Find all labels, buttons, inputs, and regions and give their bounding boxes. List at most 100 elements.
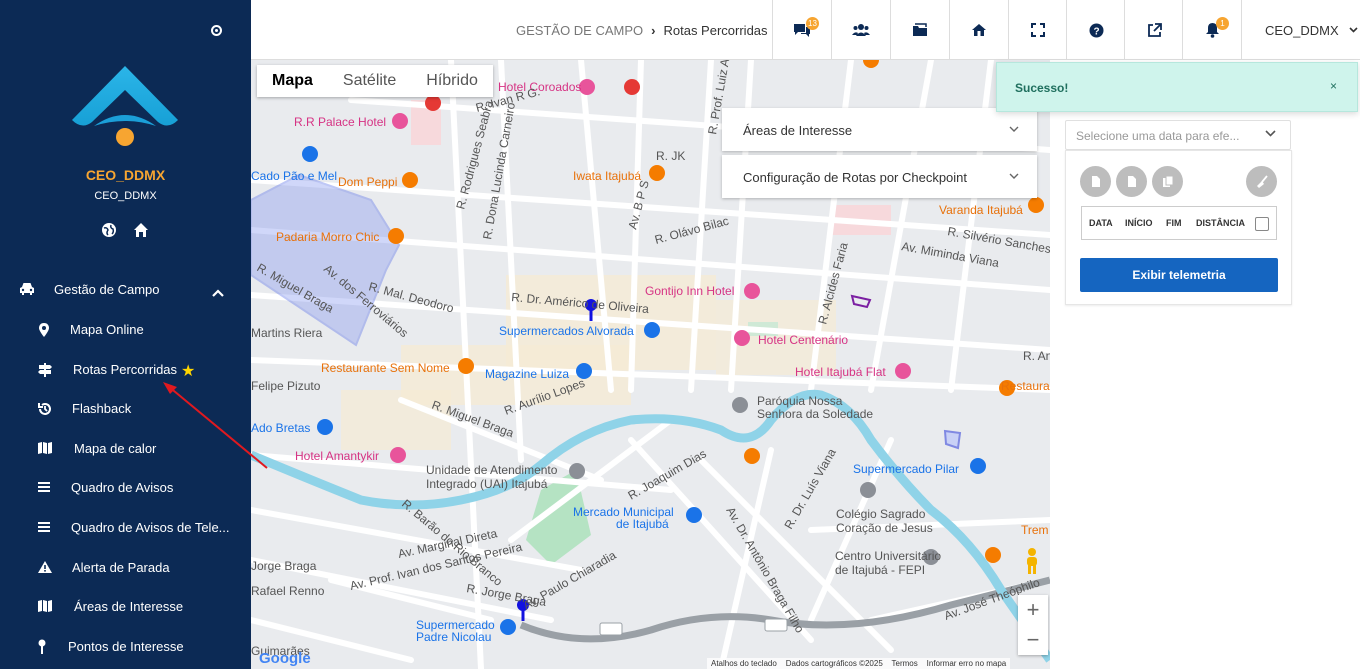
telemetry-card: DATA INÍCIO FIM DISTÂNCIA Exibir telemet… xyxy=(1065,150,1292,305)
map-attribution: Atalhos do teclado Dados cartográficos ©… xyxy=(707,658,1011,669)
col-data: DATA xyxy=(1089,218,1113,228)
fullscreen-button[interactable] xyxy=(1008,0,1067,60)
export-pdf-button[interactable] xyxy=(1080,166,1111,197)
menu-item-label: Quadro de Avisos de Tele... xyxy=(71,520,230,535)
map-label: Supermercado Pilar xyxy=(853,462,959,476)
chevron-down-icon xyxy=(1009,126,1019,132)
map-label: de Itajubá xyxy=(616,517,669,531)
map-label: Magazine Luiza xyxy=(485,367,569,381)
notifications-button[interactable]: 1 xyxy=(1182,0,1241,60)
map-label: Coração de Jesus xyxy=(836,521,933,535)
map-label: Cado Pão e Mel xyxy=(251,169,337,183)
file-icon xyxy=(1127,176,1136,187)
sidebar: CEO_DDMX CEO_DDMX Gestão de Campo Mapa O… xyxy=(0,0,251,669)
google-logo: Google xyxy=(259,650,311,667)
company-logo xyxy=(72,66,178,146)
map-marker-icon xyxy=(37,322,53,338)
map-data-text: Dados cartográficos ©2025 xyxy=(785,659,883,668)
map-label: Jorge Braga xyxy=(251,559,317,573)
col-inicio: INÍCIO xyxy=(1125,218,1153,228)
external-link-button[interactable] xyxy=(1124,0,1183,60)
home-button[interactable] xyxy=(949,0,1008,60)
warning-icon xyxy=(37,560,53,576)
menu-item-pontos-de-interesse[interactable]: Pontos de Interesse xyxy=(0,635,251,659)
pin-icon xyxy=(37,639,53,655)
users-button[interactable] xyxy=(831,0,890,60)
panel-title: Áreas de Interesse xyxy=(743,123,853,138)
map-type-control: Mapa Satélite Híbrido xyxy=(257,65,493,97)
terms-link[interactable]: Termos xyxy=(892,659,918,668)
map-type-tab-hibrido[interactable]: Híbrido xyxy=(411,65,493,97)
menu-item-label: Quadro de Avisos xyxy=(71,480,174,495)
toast-close-button[interactable]: × xyxy=(1330,79,1337,93)
export-excel-button[interactable] xyxy=(1116,166,1147,197)
messages-button[interactable]: 13 xyxy=(772,0,831,60)
map-label: Supermercados Alvorada xyxy=(499,324,634,338)
map-label: Hotel Centenário xyxy=(758,333,848,347)
map-label: Trem xyxy=(1021,523,1049,537)
map-label: Hotel Itajubá Flat xyxy=(795,365,886,379)
copy-icon xyxy=(1162,175,1173,187)
areas-de-interesse-panel[interactable]: Áreas de Interesse xyxy=(722,108,1037,151)
notifications-badge: 1 xyxy=(1216,17,1229,30)
map-label: R.R Palace Hotel xyxy=(294,115,386,129)
help-button[interactable]: ? xyxy=(1066,0,1125,60)
user-menu-label: CEO_DDMX xyxy=(1265,22,1339,38)
select-all-checkbox[interactable] xyxy=(1255,217,1269,231)
report-error-link[interactable]: Informar erro no mapa xyxy=(927,659,1007,668)
breadcrumb-parent[interactable]: GESTÃO DE CAMPO xyxy=(516,23,643,38)
copy-button[interactable] xyxy=(1152,166,1183,197)
date-select[interactable]: Selecione uma data para efe... xyxy=(1065,120,1291,150)
zoom-in-button[interactable]: + xyxy=(1018,595,1048,625)
messages-badge: 13 xyxy=(806,17,819,30)
history-icon xyxy=(37,401,53,417)
sidebar-toggle-icon[interactable] xyxy=(211,25,222,36)
street-view-pegman-icon[interactable] xyxy=(1022,547,1042,575)
menu-item-label: Mapa Online xyxy=(70,322,144,337)
zoom-out-button[interactable]: − xyxy=(1018,625,1048,655)
menu-item-alerta-de-parada[interactable]: Alerta de Parada xyxy=(0,556,251,580)
globe-icon[interactable] xyxy=(101,222,117,238)
map-label: Iwata Itajubá xyxy=(573,169,641,183)
home-icon[interactable] xyxy=(133,222,149,238)
map-label: Varanda Itajubá xyxy=(939,203,1023,217)
clear-button[interactable] xyxy=(1246,166,1277,197)
col-fim: FIM xyxy=(1166,218,1182,228)
user-menu[interactable]: CEO_DDMX xyxy=(1241,0,1360,60)
success-toast: Sucesso! × xyxy=(996,62,1358,112)
menu-item-rotas-percorridas[interactable]: Rotas Percorridas ★ xyxy=(0,358,251,382)
map-canvas[interactable]: Hotel CoroadosR.R Palace HotelR. Ivan R … xyxy=(251,60,1050,669)
car-icon xyxy=(19,282,35,301)
chevron-down-icon xyxy=(1265,130,1276,137)
map-icon xyxy=(37,441,53,457)
menu-item-label: Pontos de Interesse xyxy=(68,639,184,654)
menu-group-gestao-de-campo[interactable]: Gestão de Campo xyxy=(0,278,251,302)
map-label: Dom Peppi xyxy=(338,175,397,189)
signpost-icon xyxy=(37,362,53,378)
map-label: Gontijo Inn Hotel xyxy=(645,284,734,298)
map-label: R. JK xyxy=(656,149,685,163)
google-logo-text: Google xyxy=(259,650,311,667)
star-icon: ★ xyxy=(181,363,196,380)
breadcrumb-current: Rotas Percorridas xyxy=(663,23,768,38)
keyboard-shortcuts-link[interactable]: Atalhos do teclado xyxy=(711,659,777,668)
menu-item-quadro-de-avisos-de-telemetria[interactable]: Quadro de Avisos de Tele... xyxy=(0,516,251,540)
menu-item-mapa-online[interactable]: Mapa Online xyxy=(0,318,251,342)
map-label: Hotel Amantykir xyxy=(295,449,379,463)
menu-item-areas-de-interesse[interactable]: Áreas de Interesse xyxy=(0,595,251,619)
configuracao-rotas-panel[interactable]: Configuração de Rotas por Checkpoint xyxy=(722,155,1037,198)
chevron-up-icon xyxy=(212,284,224,302)
map-type-tab-mapa[interactable]: Mapa xyxy=(257,65,328,97)
map-type-tab-satelite[interactable]: Satélite xyxy=(328,65,411,97)
svg-text:?: ? xyxy=(1093,26,1099,37)
exibir-telemetria-button[interactable]: Exibir telemetria xyxy=(1080,258,1278,292)
date-select-placeholder: Selecione uma data para efe... xyxy=(1076,129,1240,143)
map-label: Padaria Morro Chic xyxy=(276,230,379,244)
broom-icon xyxy=(1256,174,1268,188)
chevron-down-icon xyxy=(1009,173,1019,179)
menu-item-quadro-de-avisos[interactable]: Quadro de Avisos xyxy=(0,476,251,500)
layers-button[interactable] xyxy=(890,0,949,60)
map-label: Restaurante xyxy=(1001,379,1050,393)
map-label: Paróquia Nossa xyxy=(757,394,843,408)
map[interactable]: Hotel Coroados R.R Palace Hotel R. Ivan R … xyxy=(251,60,1050,669)
